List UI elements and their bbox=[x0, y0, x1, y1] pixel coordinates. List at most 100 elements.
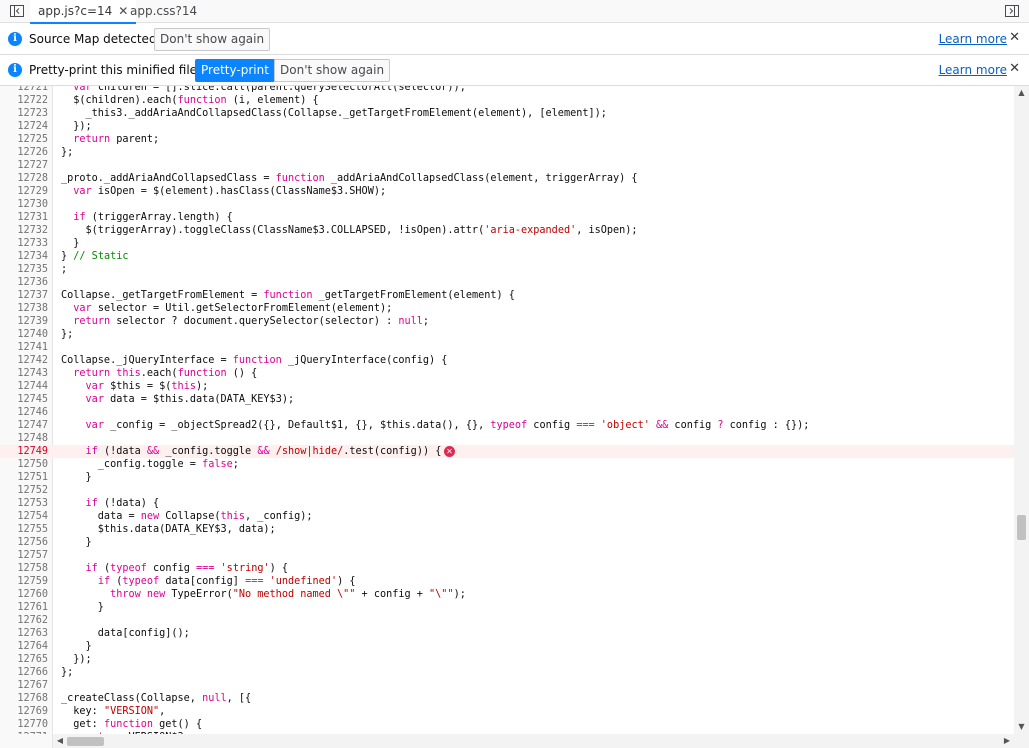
code-line[interactable]: 12723 _this3._addAriaAndCollapsedClass(C… bbox=[0, 107, 1014, 120]
line-number[interactable]: 12731 bbox=[0, 211, 48, 224]
dont-show-again-button[interactable]: Don't show again bbox=[274, 59, 391, 82]
line-number[interactable]: 12756 bbox=[0, 536, 48, 549]
line-number[interactable]: 12743 bbox=[0, 367, 48, 380]
code-line[interactable]: 12759 if (typeof data[config] === 'undef… bbox=[0, 575, 1014, 588]
line-number[interactable]: 12761 bbox=[0, 601, 48, 614]
code-line[interactable]: 12763 data[config](); bbox=[0, 627, 1014, 640]
code-line[interactable]: 12770 get: function get() { bbox=[0, 718, 1014, 731]
line-number[interactable]: 12742 bbox=[0, 354, 48, 367]
line-number[interactable]: 12744 bbox=[0, 380, 48, 393]
line-number[interactable]: 12760 bbox=[0, 588, 48, 601]
code-line[interactable]: 12730 bbox=[0, 198, 1014, 211]
scroll-down-arrow-icon[interactable]: ▼ bbox=[1014, 722, 1029, 732]
code-line[interactable]: 12729 var isOpen = $(element).hasClass(C… bbox=[0, 185, 1014, 198]
line-number[interactable]: 12747 bbox=[0, 419, 48, 432]
line-number[interactable]: 12723 bbox=[0, 107, 48, 120]
line-number[interactable]: 12755 bbox=[0, 523, 48, 536]
code-line[interactable]: 12722 $(children).each(function (i, elem… bbox=[0, 94, 1014, 107]
code-line[interactable]: 12742 Collapse._jQueryInterface = functio… bbox=[0, 354, 1014, 367]
line-number[interactable]: 12764 bbox=[0, 640, 48, 653]
line-number[interactable]: 12737 bbox=[0, 289, 48, 302]
close-notification-icon[interactable]: ✕ bbox=[1009, 61, 1020, 76]
code-line[interactable]: 12734} // Static bbox=[0, 250, 1014, 263]
line-number[interactable]: 12766 bbox=[0, 666, 48, 679]
code-line[interactable]: 12733 } bbox=[0, 237, 1014, 250]
code-line[interactable]: 12724 }); bbox=[0, 120, 1014, 133]
code-line[interactable]: 12743 return this.each(function () { bbox=[0, 367, 1014, 380]
line-number[interactable]: 12752 bbox=[0, 484, 48, 497]
line-number[interactable]: 12753 bbox=[0, 497, 48, 510]
line-number[interactable]: 12724 bbox=[0, 120, 48, 133]
toggle-sources-pane-icon[interactable] bbox=[9, 3, 25, 19]
line-number[interactable]: 12732 bbox=[0, 224, 48, 237]
line-number[interactable]: 12759 bbox=[0, 575, 48, 588]
line-number[interactable]: 12722 bbox=[0, 94, 48, 107]
code-line[interactable]: 12766}; bbox=[0, 666, 1014, 679]
line-number[interactable]: 12741 bbox=[0, 341, 48, 354]
code-line[interactable]: 12767 bbox=[0, 679, 1014, 692]
line-number[interactable]: 12751 bbox=[0, 471, 48, 484]
line-number[interactable]: 12763 bbox=[0, 627, 48, 640]
line-number[interactable]: 12767 bbox=[0, 679, 48, 692]
horizontal-scrollbar[interactable]: ◀ ▶ bbox=[53, 734, 1014, 748]
line-number[interactable]: 12749 bbox=[0, 445, 48, 458]
code-line[interactable]: 12755 $this.data(DATA_KEY$3, data); bbox=[0, 523, 1014, 536]
vertical-scrollbar[interactable]: ▲ ▼ bbox=[1014, 86, 1029, 734]
code-line[interactable]: 12765 }); bbox=[0, 653, 1014, 666]
code-line[interactable]: 12732 $(triggerArray).toggleClass(ClassN… bbox=[0, 224, 1014, 237]
error-icon[interactable]: ✕ bbox=[444, 446, 455, 457]
dont-show-again-button[interactable]: Don't show again bbox=[154, 28, 271, 51]
code-line[interactable]: 12769 key: "VERSION", bbox=[0, 705, 1014, 718]
code-line[interactable]: 12735; bbox=[0, 263, 1014, 276]
line-number[interactable]: 12770 bbox=[0, 718, 48, 731]
line-number[interactable]: 12768 bbox=[0, 692, 48, 705]
code-line[interactable]: 12760 throw new TypeError("No method nam… bbox=[0, 588, 1014, 601]
code-line[interactable]: 12747 var _config = _objectSpread2({}, D… bbox=[0, 419, 1014, 432]
tab-app-css[interactable]: app.css?14 bbox=[122, 0, 205, 23]
code-line[interactable]: 12736 bbox=[0, 276, 1014, 289]
close-notification-icon[interactable]: ✕ bbox=[1009, 30, 1020, 45]
line-number[interactable]: 12730 bbox=[0, 198, 48, 211]
code-line[interactable]: 12757 bbox=[0, 549, 1014, 562]
code-line[interactable]: 12746 bbox=[0, 406, 1014, 419]
line-number[interactable]: 12754 bbox=[0, 510, 48, 523]
line-number[interactable]: 12765 bbox=[0, 653, 48, 666]
code-line[interactable]: 12750 _config.toggle = false; bbox=[0, 458, 1014, 471]
scroll-left-arrow-icon[interactable]: ◀ bbox=[55, 736, 65, 746]
code-line[interactable]: 12741 bbox=[0, 341, 1014, 354]
scroll-right-arrow-icon[interactable]: ▶ bbox=[1002, 736, 1012, 746]
line-number[interactable]: 12725 bbox=[0, 133, 48, 146]
code-line[interactable]: 12754 data = new Collapse(this, _config)… bbox=[0, 510, 1014, 523]
code-line[interactable]: 12752 bbox=[0, 484, 1014, 497]
line-number[interactable]: 12727 bbox=[0, 159, 48, 172]
line-number[interactable]: 12762 bbox=[0, 614, 48, 627]
code-line[interactable]: 12727 bbox=[0, 159, 1014, 172]
code-line[interactable]: 12761 } bbox=[0, 601, 1014, 614]
line-number[interactable]: 12729 bbox=[0, 185, 48, 198]
code-line[interactable]: 12764 } bbox=[0, 640, 1014, 653]
line-number[interactable]: 12758 bbox=[0, 562, 48, 575]
code-line[interactable]: 12726}; bbox=[0, 146, 1014, 159]
line-number[interactable]: 12738 bbox=[0, 302, 48, 315]
code-line[interactable]: 12728 _proto._addAriaAndCollapsedClass = … bbox=[0, 172, 1014, 185]
line-number[interactable]: 12736 bbox=[0, 276, 48, 289]
code-line[interactable]: 12756 } bbox=[0, 536, 1014, 549]
toggle-debugger-pane-icon[interactable] bbox=[1004, 3, 1020, 19]
line-number[interactable]: 12769 bbox=[0, 705, 48, 718]
learn-more-link[interactable]: Learn more bbox=[939, 63, 1007, 77]
line-number[interactable]: 12740 bbox=[0, 328, 48, 341]
code-line[interactable]: 12744 var $this = $(this); bbox=[0, 380, 1014, 393]
code-line[interactable]: 12762 bbox=[0, 614, 1014, 627]
code-line[interactable]: 12768 _createClass(Collapse, null, [{ bbox=[0, 692, 1014, 705]
line-number[interactable]: 12748 bbox=[0, 432, 48, 445]
line-number[interactable]: 12726 bbox=[0, 146, 48, 159]
line-number[interactable]: 12735 bbox=[0, 263, 48, 276]
horizontal-scroll-thumb[interactable] bbox=[67, 737, 105, 746]
code-line[interactable]: 12725 return parent; bbox=[0, 133, 1014, 146]
code-line[interactable]: 12737 Collapse._getTargetFromElement = fu… bbox=[0, 289, 1014, 302]
code-line[interactable]: 12731 if (triggerArray.length) { bbox=[0, 211, 1014, 224]
line-number[interactable]: 12734 bbox=[0, 250, 48, 263]
line-number[interactable]: 12721 bbox=[0, 86, 48, 94]
line-number[interactable]: 12728 bbox=[0, 172, 48, 185]
code-line[interactable]: 12753 if (!data) { bbox=[0, 497, 1014, 510]
